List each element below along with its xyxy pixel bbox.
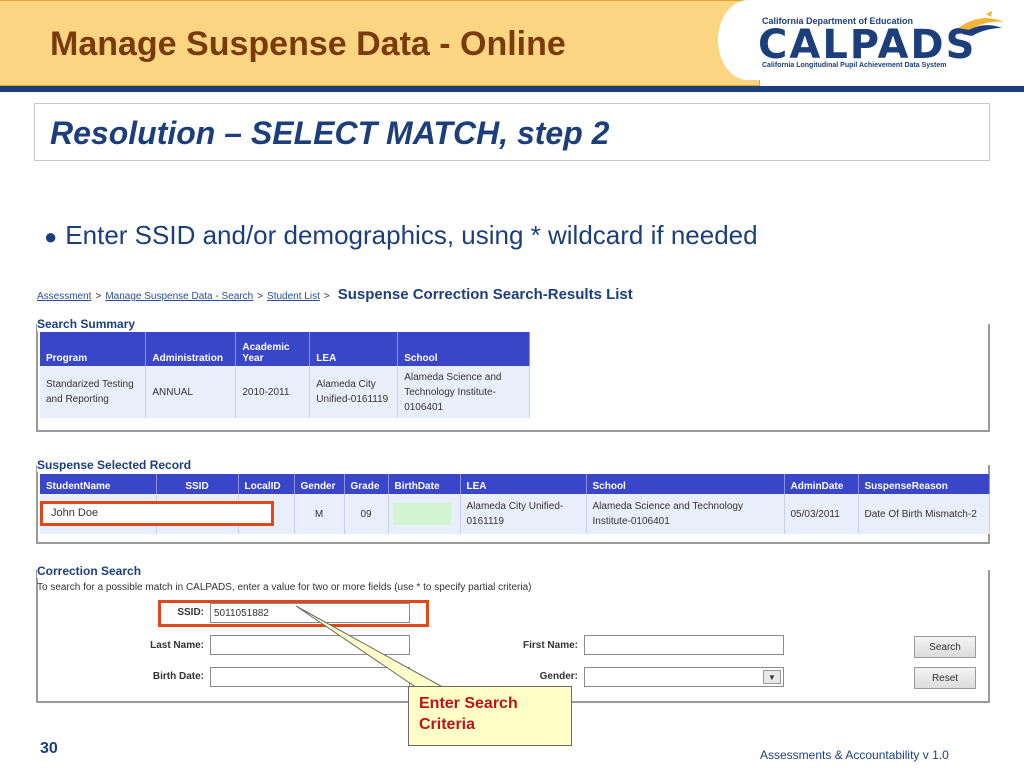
callout-box: Enter Search Criteria xyxy=(408,686,572,746)
callout-pointer-shape xyxy=(295,605,449,691)
page-number: 30 xyxy=(40,740,58,757)
footer-text: Assessments & Accountability v 1.0 xyxy=(760,748,949,762)
callout-pointer xyxy=(295,605,449,691)
